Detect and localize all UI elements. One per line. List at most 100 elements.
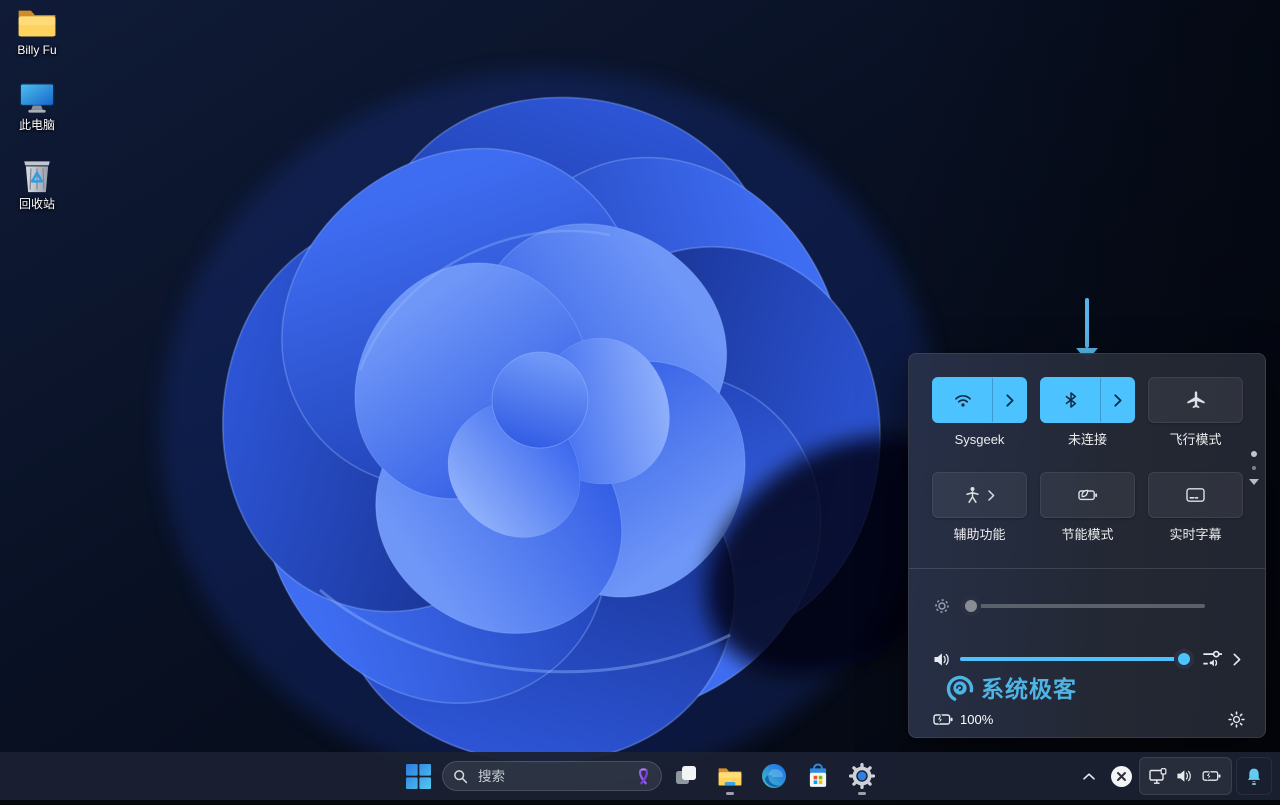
accessibility-icon	[966, 486, 979, 503]
volume-slider[interactable]	[960, 649, 1194, 669]
bluetooth-tile[interactable]	[1040, 377, 1135, 423]
search-highlight-ribbon-icon	[638, 767, 649, 784]
qs-cell-bluetooth: 未连接	[1040, 377, 1135, 447]
brightness-slider[interactable]	[960, 596, 1205, 616]
sound-output-chevron-icon[interactable]	[1233, 653, 1241, 666]
qs-cell-wifi: Sysgeek	[932, 377, 1027, 447]
recycle-bin-icon	[24, 161, 50, 193]
microsoft-store-button[interactable]	[798, 756, 838, 796]
wifi-expand-button[interactable]	[992, 378, 1026, 422]
tray-app-x-button[interactable]	[1107, 757, 1135, 795]
live-captions-tile-label: 实时字幕	[1169, 527, 1222, 542]
airplane-mode-tile[interactable]	[1148, 377, 1243, 423]
show-hidden-icons-button[interactable]	[1075, 757, 1103, 795]
taskbar-search-box[interactable]	[442, 761, 662, 791]
qs-cell-live-captions: 实时字幕	[1148, 472, 1243, 542]
task-view-icon	[676, 766, 696, 784]
desktop-icon-billy-fu[interactable]: Billy Fu	[0, 4, 74, 57]
accessibility-tile[interactable]	[932, 472, 1027, 518]
quick-settings-pager	[1249, 451, 1259, 485]
edit-quick-settings-gear-icon[interactable]	[1228, 710, 1245, 728]
live-captions-tile[interactable]	[1148, 472, 1243, 518]
shield-x-icon	[1110, 765, 1132, 787]
energy-saver-tile[interactable]	[1040, 472, 1135, 518]
taskbar-tray	[1075, 752, 1272, 800]
bluetooth-toggle[interactable]	[1041, 378, 1100, 422]
wifi-toggle[interactable]	[933, 378, 992, 422]
volume-row	[933, 645, 1241, 673]
airplane-icon	[1186, 391, 1205, 409]
wifi-tile-label: Sysgeek	[954, 432, 1005, 447]
battery-charging-icon	[933, 713, 953, 725]
energy-saver-tile-label: 节能模式	[1061, 527, 1114, 542]
live-captions-icon	[1186, 488, 1205, 502]
search-icon	[454, 769, 468, 783]
this-pc-icon	[19, 83, 55, 113]
sysgeek-watermark: 系统极客	[945, 674, 1077, 704]
qs-cell-accessibility: 辅助功能	[932, 472, 1027, 542]
quick-settings-tray-button[interactable]	[1139, 757, 1232, 795]
quick-settings-panel: Sysgeek 未连接 飞行模式 辅助功能 节能模式 实时字幕 系统极客 100…	[908, 353, 1266, 738]
energy-saver-icon	[1077, 489, 1097, 501]
edge-button[interactable]	[754, 756, 794, 796]
battery-percent-label: 100%	[960, 711, 994, 727]
quick-settings-footer: 100%	[933, 705, 1245, 733]
running-indicator	[726, 792, 734, 795]
chevron-right-icon	[1005, 393, 1013, 407]
volume-fill	[960, 657, 1184, 661]
airplane-mode-tile-label: 飞行模式	[1169, 432, 1222, 447]
settings-gear-icon	[849, 763, 875, 789]
volume-icon	[934, 652, 949, 666]
qs-cell-airplane: 飞行模式	[1148, 377, 1243, 447]
settings-button[interactable]	[842, 756, 882, 796]
notification-center-button[interactable]	[1236, 757, 1272, 795]
desktop-icon-list: Billy Fu 此电脑 回收站	[0, 4, 74, 235]
windows-start-icon	[405, 763, 431, 789]
volume-tray-icon	[1177, 770, 1191, 782]
search-input[interactable]	[476, 767, 628, 785]
desktop-icon-label: 此电脑	[18, 118, 55, 132]
network-display-icon	[1149, 767, 1167, 784]
quick-settings-tile-grid: Sysgeek 未连接 飞行模式 辅助功能 节能模式 实时字幕	[932, 377, 1243, 542]
battery-status-button[interactable]: 100%	[933, 712, 993, 727]
brightness-handle[interactable]	[960, 596, 981, 616]
volume-mixer-icon	[1203, 650, 1222, 667]
bluetooth-expand-button[interactable]	[1100, 378, 1134, 422]
wifi-tile[interactable]	[932, 377, 1027, 423]
brightness-icon	[935, 599, 949, 613]
chevron-right-icon	[1113, 393, 1121, 407]
running-indicator	[858, 792, 866, 795]
desktop-icon-label: Billy Fu	[17, 43, 57, 57]
edge-icon	[762, 764, 786, 788]
volume-handle[interactable]	[1173, 649, 1194, 669]
annotation-arrow-shaft	[1085, 298, 1089, 348]
chevron-right-icon	[988, 489, 995, 501]
chevron-up-icon	[1083, 772, 1095, 780]
qs-cell-energy-saver: 节能模式	[1040, 472, 1135, 542]
file-explorer-icon	[718, 768, 742, 786]
taskbar-center-group	[398, 752, 882, 800]
microsoft-store-icon	[809, 763, 827, 787]
bluetooth-tile-label: 未连接	[1067, 432, 1107, 447]
file-explorer-button[interactable]	[710, 756, 750, 796]
folder-icon	[18, 10, 56, 37]
sysgeek-watermark-text: 系统极客	[981, 676, 1077, 702]
task-view-button[interactable]	[666, 756, 706, 796]
start-button[interactable]	[398, 756, 438, 796]
annotation-arrow-to-bluetooth	[1076, 298, 1098, 361]
pager-down-arrow[interactable]	[1249, 479, 1259, 485]
battery-tray-icon	[1202, 771, 1221, 781]
desktop-icon-recycle-bin[interactable]: 回收站	[0, 156, 74, 211]
desktop-icon-label: 回收站	[18, 197, 55, 211]
wifi-icon	[954, 394, 971, 407]
brightness-row	[933, 592, 1241, 620]
pager-dot	[1252, 466, 1256, 470]
taskbar	[0, 752, 1280, 800]
accessibility-tile-label: 辅助功能	[953, 527, 1006, 542]
desktop-icon-this-pc[interactable]: 此电脑	[0, 81, 74, 132]
notification-bell-icon	[1247, 768, 1261, 785]
pager-dot-current	[1251, 451, 1257, 457]
bluetooth-icon	[1065, 392, 1076, 408]
panel-divider	[909, 568, 1265, 569]
sysgeek-logo-icon	[946, 675, 974, 703]
